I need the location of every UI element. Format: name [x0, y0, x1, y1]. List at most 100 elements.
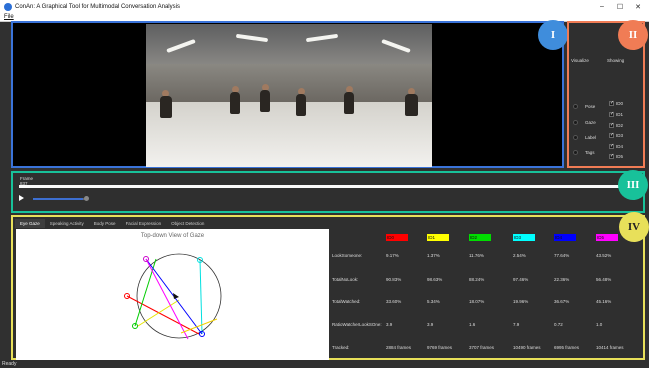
analysis-panel: Eye Gaze Speaking Activity Body Pose Fac…: [11, 215, 645, 360]
table-cell: 2.54%: [513, 253, 526, 258]
table-cell: 56.48%: [596, 277, 612, 282]
radio-tags[interactable]: Tags: [573, 150, 595, 155]
gaze-plot: [124, 253, 222, 340]
visualize-header: Visualize: [571, 58, 589, 63]
checkbox[interactable]: ✓: [609, 133, 614, 138]
checkbox-label: ID3: [616, 133, 624, 138]
person: [344, 92, 354, 114]
table-cell: 3.9: [427, 322, 434, 327]
checkbox-label: ID1: [616, 112, 624, 117]
minimize-button[interactable]: –: [593, 0, 611, 13]
table-cell: 3.9: [386, 322, 393, 327]
checkbox-id2[interactable]: ✓ ID2: [609, 123, 623, 128]
checkbox[interactable]: ✓: [609, 154, 614, 159]
person: [260, 90, 270, 112]
checkbox-label: ID2: [616, 123, 624, 128]
radio-label: Gaze: [585, 120, 596, 125]
checkbox-id3[interactable]: ✓ ID3: [609, 133, 623, 138]
table-cell: 1.37%: [427, 253, 440, 258]
table-cell: 98.63%: [427, 277, 443, 282]
tab-object-detection[interactable]: Object Detection: [166, 219, 209, 228]
close-button[interactable]: ✕: [629, 0, 647, 13]
section-badge-i: I: [538, 20, 568, 50]
column-header-id1: ID1: [427, 234, 449, 241]
gaze-line-id3: [199, 259, 203, 335]
section-badge-ii: II: [618, 20, 648, 50]
tab-body-pose[interactable]: Body Pose: [89, 219, 121, 228]
table-cell: 88.24%: [469, 277, 485, 282]
radio-button[interactable]: [573, 150, 578, 155]
table-cell: 10414 frames: [596, 345, 624, 350]
checkbox-id1[interactable]: ✓ ID1: [609, 112, 623, 117]
gaze-line-extra: [180, 318, 218, 334]
table-cell: 10490 frames: [513, 345, 541, 350]
tab-facial-expression[interactable]: Facial Expression: [121, 219, 167, 228]
table-cell: 11.76%: [469, 253, 484, 258]
table-cell: 3707 frames: [469, 345, 495, 350]
table-cell: 2884 frames: [386, 345, 412, 350]
radio-gaze[interactable]: Gaze: [573, 120, 596, 125]
column-header-id5: ID5: [596, 234, 618, 241]
checkbox-label: ID5: [616, 154, 624, 159]
radio-button[interactable]: [573, 120, 578, 125]
title-bar: ConAn: A Graphical Tool for Multimodal C…: [0, 0, 649, 13]
table-cell: 18.07%: [469, 299, 485, 304]
table-cell: 97.46%: [513, 277, 529, 282]
checkbox[interactable]: ✓: [609, 123, 614, 128]
app-logo-icon: [4, 2, 12, 11]
table-cell: 5.34%: [427, 299, 440, 304]
column-header-id3: ID3: [513, 234, 535, 241]
play-icon[interactable]: [19, 195, 24, 201]
section-badge-iii: III: [618, 170, 648, 200]
checkbox[interactable]: ✓: [609, 101, 614, 106]
radio-label: Tags: [585, 150, 595, 155]
gaze-stats-table: ID0 ID1 ID2 ID3 ID4 ID5 LookSomeone: 9.1…: [332, 229, 645, 360]
tab-eye-gaze[interactable]: Eye Gaze: [15, 219, 45, 228]
menu-file[interactable]: File: [4, 14, 14, 20]
radio-pose[interactable]: Pose: [573, 104, 595, 109]
table-cell: 9.17%: [386, 253, 399, 258]
table-cell: 1.0: [596, 322, 603, 327]
checkbox[interactable]: ✓: [609, 112, 614, 117]
window-controls: – ☐ ✕: [593, 0, 647, 13]
maximize-button[interactable]: ☐: [611, 0, 629, 13]
row-label-totalnolook: TotalNoLook:: [332, 277, 359, 282]
table-cell: 19.96%: [513, 299, 529, 304]
status-text: Ready: [2, 361, 17, 367]
table-cell: 9769 frames: [427, 345, 453, 350]
column-header-id0: ID0: [386, 234, 408, 241]
row-label-ratio: RatioWatcherLookSOne:: [332, 322, 382, 327]
radio-label: Label: [585, 135, 597, 140]
table-cell: 6995 frames: [554, 345, 580, 350]
speed-slider-fill[interactable]: [33, 198, 83, 200]
radio-button[interactable]: [573, 104, 578, 109]
column-header-id4: ID4: [554, 234, 576, 241]
row-label-looksomeone: LookSomeone:: [332, 253, 363, 258]
row-label-totalwatched: TotalWatched:: [332, 299, 361, 304]
tab-speaking-activity[interactable]: Speaking Activity: [45, 219, 89, 228]
person: [405, 94, 418, 116]
video-frame[interactable]: [146, 24, 432, 167]
gaze-line-id1: [137, 299, 180, 327]
table-cell: 0.72: [554, 322, 563, 327]
checkbox-label: ID0: [616, 101, 624, 106]
table-cell: 36.67%: [554, 299, 570, 304]
center-marker: [173, 293, 179, 299]
table-cell: 90.83%: [386, 277, 402, 282]
analysis-tabs: Eye Gaze Speaking Activity Body Pose Fac…: [15, 219, 209, 228]
table-cell: 77.64%: [554, 253, 570, 258]
gaze-line-id5: [145, 258, 189, 340]
person: [296, 94, 306, 116]
radio-button[interactable]: [573, 135, 578, 140]
frame-timeline-slider[interactable]: [19, 185, 629, 188]
checkbox-id4[interactable]: ✓ ID4: [609, 144, 623, 149]
speed-slider-handle[interactable]: [84, 196, 89, 201]
checkbox-id0[interactable]: ✓ ID0: [609, 101, 623, 106]
checkbox-id5[interactable]: ✓ ID5: [609, 154, 623, 159]
radio-label-option[interactable]: Label: [573, 135, 596, 140]
video-wall: [146, 64, 432, 104]
checkbox[interactable]: ✓: [609, 144, 614, 149]
timeline-panel: Frame 837: [11, 171, 645, 213]
gaze-line-id2: [134, 258, 157, 327]
radio-label: Pose: [585, 104, 596, 109]
